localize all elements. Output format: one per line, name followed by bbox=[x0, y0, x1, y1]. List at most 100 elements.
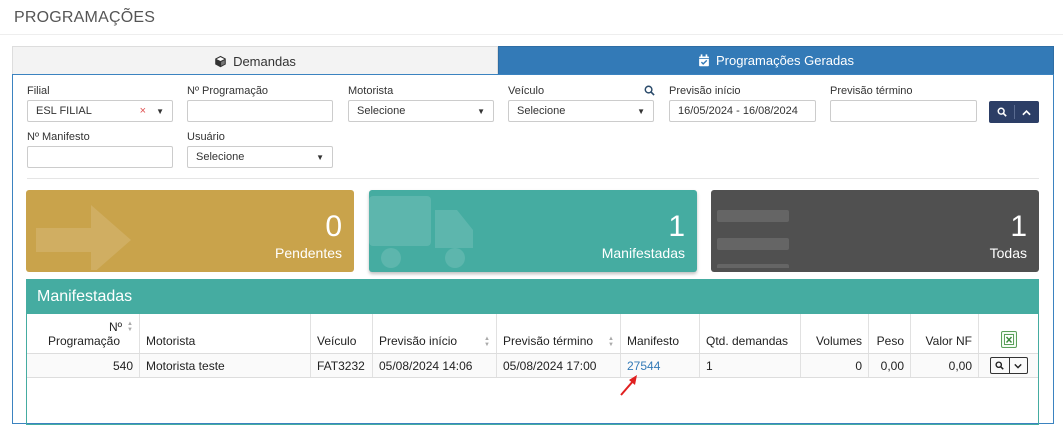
sort-icon: ▲ ▼ bbox=[608, 336, 614, 348]
cell-veiculo: FAT3232 bbox=[311, 354, 373, 377]
motorista-value: Selecione bbox=[357, 105, 406, 117]
cell-previsao-inicio: 05/08/2024 14:06 bbox=[373, 354, 497, 377]
caret-down-icon: ▼ bbox=[477, 106, 485, 116]
usuario-value: Selecione bbox=[196, 151, 245, 163]
search-collapse-button-group bbox=[989, 101, 1039, 123]
search-icon bbox=[997, 107, 1007, 117]
row-menu-button[interactable] bbox=[1008, 358, 1027, 373]
arrow-right-icon bbox=[36, 205, 131, 270]
manifestadas-title: Manifestadas bbox=[27, 280, 1038, 314]
card-label: Manifestadas bbox=[601, 245, 685, 261]
cell-text: 540 bbox=[112, 358, 133, 373]
cell-text: 05/08/2024 17:00 bbox=[503, 358, 597, 373]
cell-text: 1 bbox=[706, 358, 713, 373]
col-label: Nº bbox=[108, 320, 123, 334]
cell-actions bbox=[979, 354, 1038, 377]
programacoes-panel: Filial ESL FILIAL × ▼ Nº Programação Mot… bbox=[12, 74, 1054, 425]
card-manifestadas[interactable]: 1 Manifestadas bbox=[369, 190, 697, 272]
cell-peso: 0,00 bbox=[869, 354, 911, 377]
manifesto-link[interactable]: 27544 bbox=[627, 359, 660, 373]
cell-text: 0,00 bbox=[880, 358, 904, 373]
col-label: Manifesto bbox=[627, 334, 680, 348]
cell-qtd-demandas: 1 bbox=[700, 354, 801, 377]
chevron-up-icon bbox=[1022, 109, 1031, 115]
view-button[interactable] bbox=[991, 358, 1009, 373]
filial-select[interactable]: ESL FILIAL × ▼ bbox=[27, 100, 173, 122]
col-volumes[interactable]: Volumes bbox=[801, 314, 869, 353]
caret-down-icon: ▼ bbox=[637, 106, 645, 116]
motorista-select[interactable]: Selecione ▼ bbox=[348, 100, 494, 122]
veiculo-select[interactable]: Selecione ▼ bbox=[508, 100, 654, 122]
card-count: 1 bbox=[668, 210, 685, 243]
tab-label: Demandas bbox=[233, 53, 296, 69]
cell-text: 05/08/2024 14:06 bbox=[379, 358, 473, 373]
calendar-check-icon bbox=[699, 54, 709, 67]
cell-n-programacao: 540 bbox=[27, 354, 140, 377]
col-qtd-demandas[interactable]: Qtd. demandas bbox=[700, 314, 801, 353]
n-programacao-label: Nº Programação bbox=[187, 85, 269, 97]
row-action-button-group bbox=[989, 357, 1028, 374]
col-previsao-inicio[interactable]: Previsão início ▲ ▼ bbox=[373, 314, 497, 353]
tab-demandas[interactable]: Demandas bbox=[12, 46, 498, 75]
collapse-button[interactable] bbox=[1015, 109, 1039, 116]
col-previsao-termino[interactable]: Previsão término ▲ ▼ bbox=[497, 314, 621, 353]
tab-label: Programações Geradas bbox=[715, 53, 854, 68]
col-label: Valor NF bbox=[925, 334, 972, 348]
sort-icon: ▲ ▼ bbox=[484, 336, 490, 348]
col-veiculo[interactable]: Veículo bbox=[311, 314, 373, 353]
veiculo-value: Selecione bbox=[517, 105, 566, 117]
previsao-inicio-label: Previsão início bbox=[669, 85, 741, 97]
table-row[interactable]: 540 Motorista teste FAT3232 05/08/2024 1… bbox=[27, 354, 1038, 378]
col-label: Previsão início bbox=[379, 334, 458, 348]
col-n-programacao[interactable]: Nº ▲ ▼ Programação bbox=[27, 314, 140, 353]
col-label: Programação bbox=[47, 334, 120, 348]
col-label: Veículo bbox=[317, 334, 357, 348]
search-icon bbox=[995, 361, 1004, 370]
cell-previsao-termino: 05/08/2024 17:00 bbox=[497, 354, 621, 377]
file-excel-icon bbox=[1003, 334, 1014, 345]
cell-volumes: 0 bbox=[801, 354, 869, 377]
card-pendentes[interactable]: 0 Pendentes bbox=[26, 190, 354, 272]
card-todas[interactable]: 1 Todas bbox=[711, 190, 1039, 272]
cell-text: FAT3232 bbox=[317, 358, 365, 373]
col-valor-nf[interactable]: Valor NF bbox=[911, 314, 979, 353]
col-actions bbox=[979, 314, 1038, 353]
card-count: 0 bbox=[325, 210, 342, 243]
col-label: Peso bbox=[876, 334, 904, 348]
card-count: 1 bbox=[1010, 210, 1027, 243]
filial-value: ESL FILIAL bbox=[36, 105, 92, 117]
tab-bar: Demandas Programações Geradas bbox=[12, 46, 1054, 75]
caret-down-icon: ▼ bbox=[316, 152, 324, 162]
col-peso[interactable]: Peso bbox=[869, 314, 911, 353]
n-manifesto-input[interactable] bbox=[27, 146, 173, 168]
motorista-label: Motorista bbox=[348, 85, 394, 97]
col-manifesto[interactable]: Manifesto bbox=[621, 314, 700, 353]
card-label: Todas bbox=[989, 245, 1027, 261]
tab-programacoes-geradas[interactable]: Programações Geradas bbox=[498, 46, 1054, 75]
usuario-select[interactable]: Selecione ▼ bbox=[187, 146, 333, 168]
col-motorista[interactable]: Motorista bbox=[140, 314, 311, 353]
excel-export-icon[interactable] bbox=[1000, 331, 1017, 348]
previsao-inicio-input[interactable]: 16/05/2024 - 16/08/2024 bbox=[669, 100, 816, 122]
search-icon[interactable] bbox=[644, 85, 655, 96]
truck-icon bbox=[369, 196, 473, 268]
table-header-row: Nº ▲ ▼ Programação Motorista Veículo Prev… bbox=[27, 314, 1038, 354]
divider bbox=[27, 178, 1039, 179]
col-label: Volumes bbox=[815, 334, 862, 348]
col-label: Qtd. demandas bbox=[706, 334, 789, 348]
annotation-arrow-icon bbox=[620, 375, 637, 396]
col-label: Previsão término bbox=[503, 334, 594, 348]
list-icon bbox=[717, 210, 789, 268]
previsao-termino-label: Previsão término bbox=[830, 85, 913, 97]
previsao-termino-input[interactable] bbox=[830, 100, 977, 122]
cell-text: Motorista teste bbox=[146, 358, 225, 373]
chevron-down-icon bbox=[1014, 363, 1022, 369]
manifestadas-panel: Manifestadas Nº ▲ ▼ Programação Motorista… bbox=[26, 279, 1039, 425]
clear-icon[interactable]: × bbox=[140, 105, 146, 117]
search-button[interactable] bbox=[990, 107, 1014, 117]
page-title: PROGRAMAÇÕES bbox=[14, 9, 156, 26]
sort-icon: ▲ ▼ bbox=[127, 321, 133, 333]
veiculo-label: Veículo bbox=[508, 85, 545, 97]
cell-valor-nf: 0,00 bbox=[911, 354, 979, 377]
n-programacao-input[interactable] bbox=[187, 100, 333, 122]
